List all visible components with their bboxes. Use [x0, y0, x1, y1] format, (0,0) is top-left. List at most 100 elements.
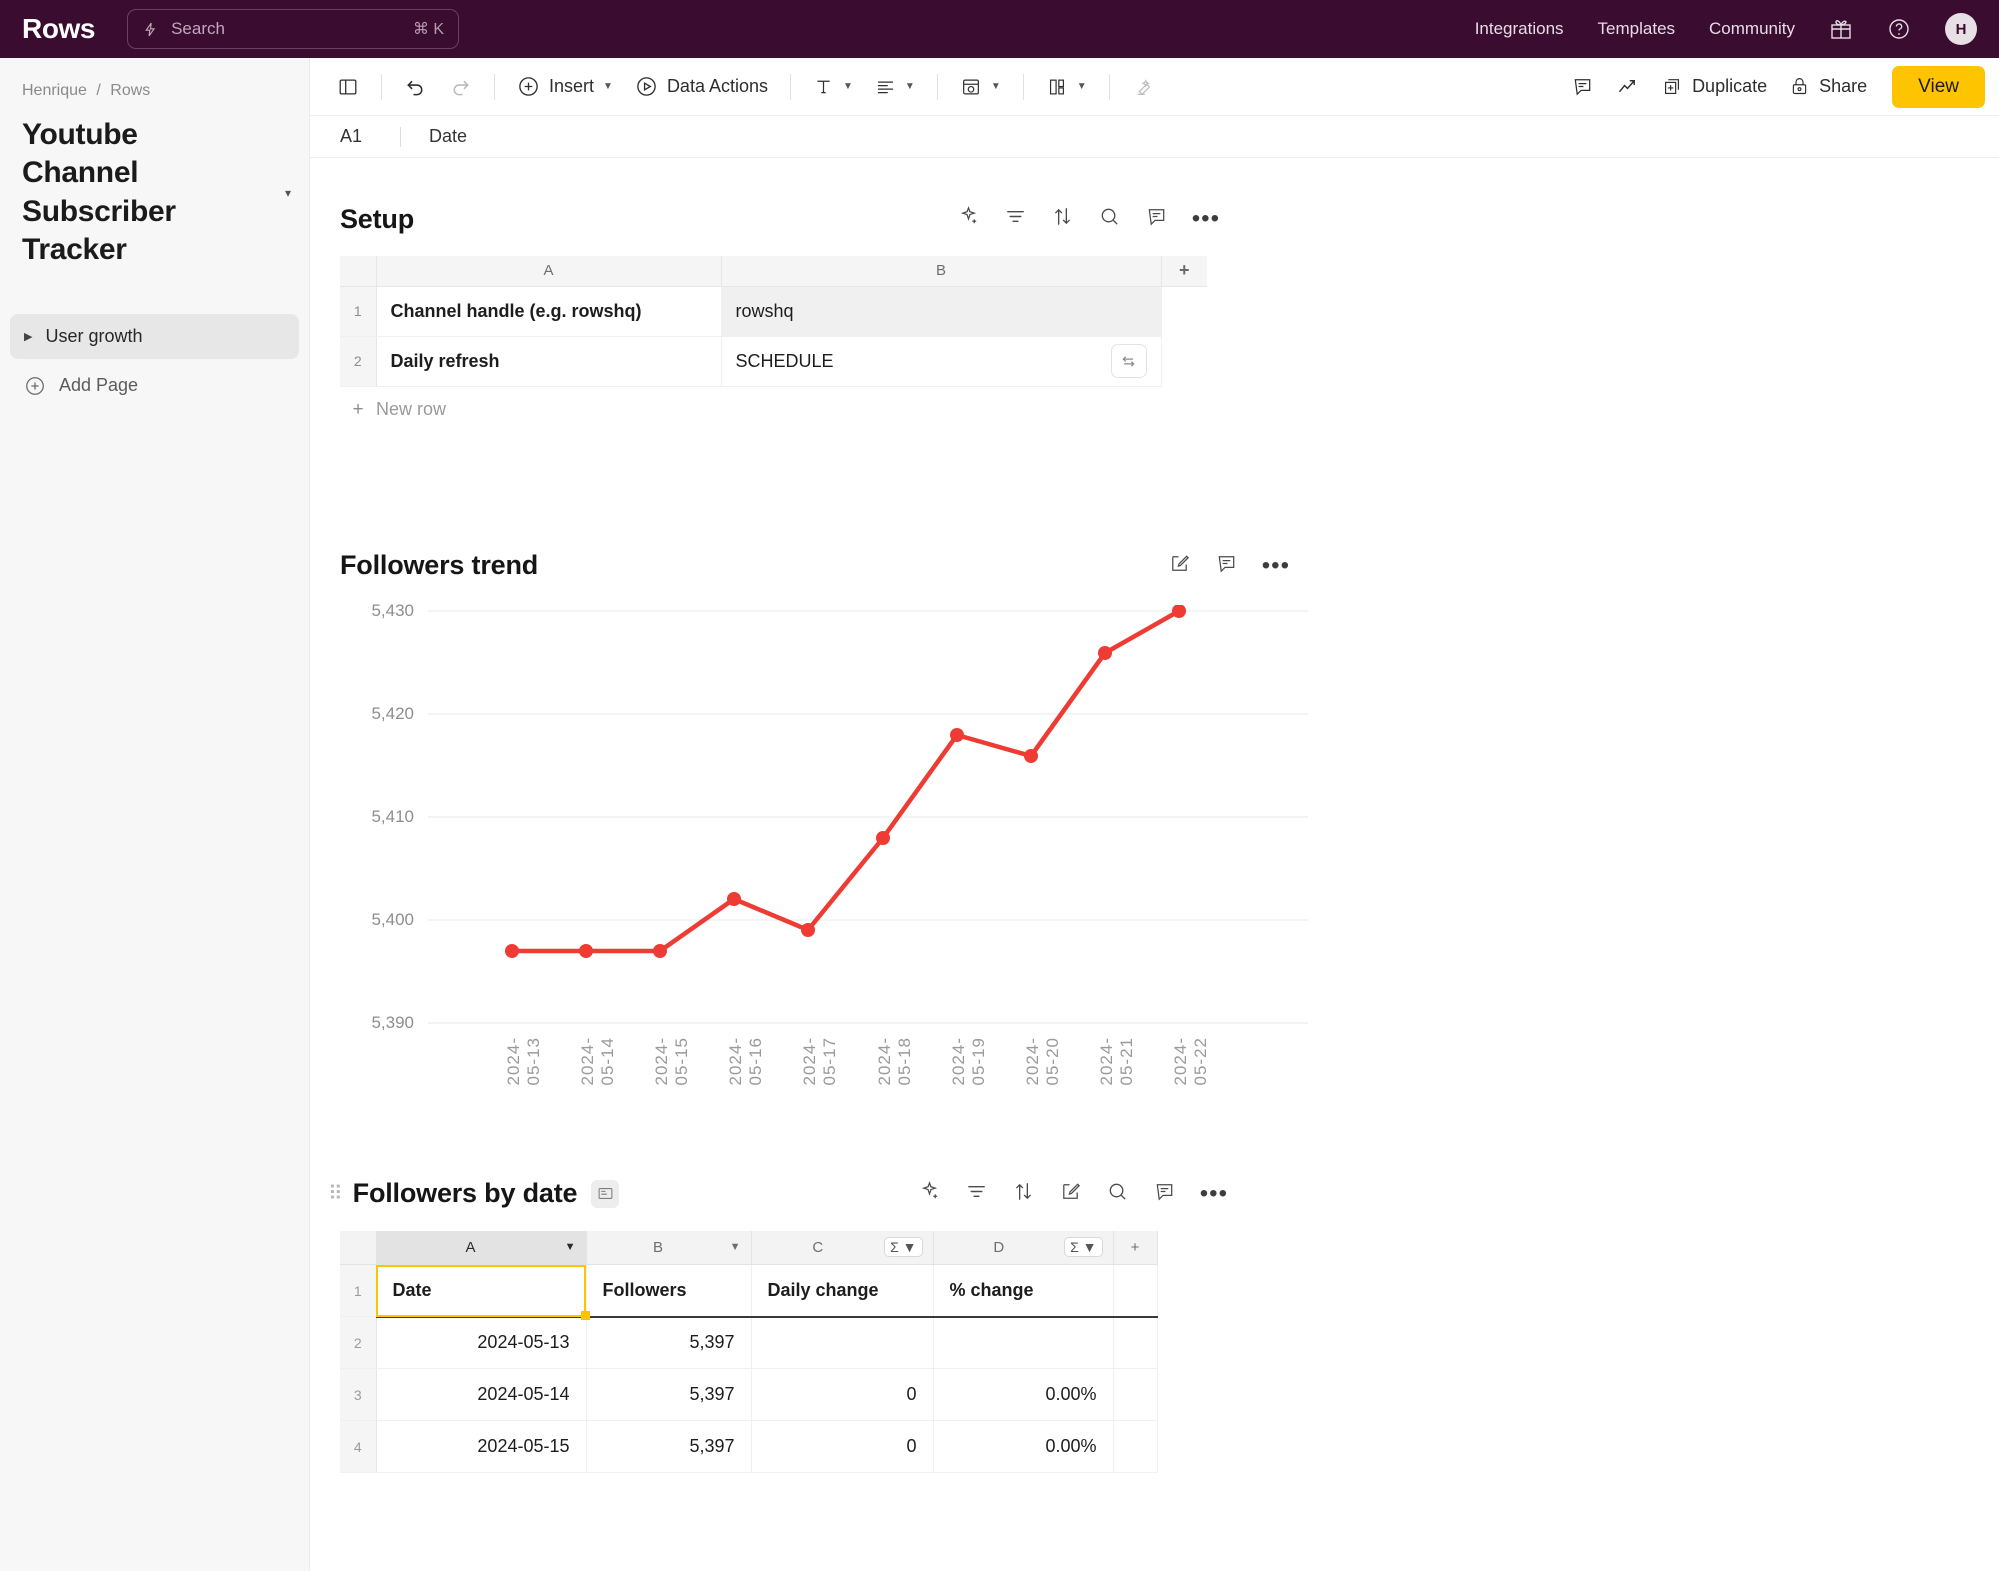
search-icon[interactable] [1098, 205, 1121, 233]
row-number[interactable]: 1 [340, 286, 377, 337]
add-column-button[interactable]: + [1113, 1230, 1158, 1265]
edit-icon[interactable] [1168, 552, 1191, 580]
comment-icon[interactable] [1215, 552, 1238, 580]
cell-date[interactable]: 2024-05-14 [376, 1368, 587, 1421]
chart-title[interactable]: Followers trend [340, 550, 538, 581]
sort-icon[interactable] [1051, 205, 1074, 233]
cell-b1[interactable]: rowshq [721, 286, 1162, 337]
filter-icon[interactable] [965, 1180, 988, 1208]
cell-a2[interactable]: Daily refresh [376, 336, 722, 387]
chevron-down-icon[interactable]: ▼ [1077, 81, 1087, 92]
column-header-c[interactable]: C Σ ▼ [751, 1230, 934, 1265]
comment-icon[interactable] [1562, 68, 1603, 106]
cell-followers[interactable]: 5,397 [586, 1316, 752, 1369]
cell-daily-change[interactable] [751, 1316, 934, 1369]
table-tag-icon[interactable] [591, 1179, 620, 1208]
align-icon[interactable]: ▼ [866, 68, 924, 106]
sigma-icon[interactable]: Σ ▼ [1064, 1237, 1103, 1258]
more-icon[interactable]: ••• [1262, 554, 1290, 577]
cell-reference[interactable]: A1 [340, 126, 400, 147]
setup-title[interactable]: Setup [340, 204, 414, 235]
nav-community[interactable]: Community [1709, 19, 1795, 39]
insert-button[interactable]: Insert ▼ [508, 68, 622, 106]
refresh-icon[interactable] [1110, 344, 1147, 378]
cell-pct-change[interactable]: 0.00% [933, 1368, 1114, 1421]
filter-icon[interactable] [1004, 205, 1027, 233]
add-column-button[interactable]: + [1161, 256, 1207, 287]
x-axis-tick: 2024-05-19 [949, 1036, 988, 1085]
chevron-down-icon[interactable]: ▼ [603, 81, 613, 92]
cell-date[interactable]: 2024-05-13 [376, 1316, 587, 1369]
chevron-down-icon[interactable]: ▼ [991, 81, 1001, 92]
cell-followers[interactable]: 5,397 [586, 1368, 752, 1421]
search-input[interactable]: Search ⌘ K [127, 9, 460, 49]
magic-icon[interactable] [957, 205, 980, 233]
undo-icon[interactable] [395, 68, 436, 106]
search-icon[interactable] [1106, 1180, 1129, 1208]
panel-icon[interactable] [328, 68, 368, 106]
breadcrumb-workspace[interactable]: Rows [110, 82, 150, 99]
help-circle-icon[interactable] [1887, 17, 1911, 41]
column-header-a[interactable]: A [376, 256, 722, 287]
sidebar-item-user-growth[interactable]: ▶ User growth [10, 313, 299, 359]
row-number[interactable]: 1 [340, 1264, 377, 1317]
text-format-icon[interactable]: ▼ [804, 68, 862, 106]
nav-templates[interactable]: Templates [1598, 19, 1675, 39]
redo-icon[interactable] [440, 68, 481, 106]
column-header-d[interactable]: D Σ ▼ [933, 1230, 1114, 1265]
nav-integrations[interactable]: Integrations [1475, 19, 1564, 39]
more-icon[interactable]: ••• [1200, 1182, 1228, 1205]
data-actions-button[interactable]: Data Actions [626, 68, 777, 106]
cell-a1-date[interactable]: Date [376, 1264, 589, 1319]
chevron-down-icon[interactable]: ▾ [285, 186, 291, 200]
drag-handle-icon[interactable]: ⠿ [328, 1184, 343, 1204]
row-number[interactable]: 2 [340, 1316, 377, 1369]
sort-icon[interactable] [1012, 1180, 1035, 1208]
add-page-button[interactable]: Add Page [0, 363, 309, 409]
sigma-icon[interactable]: Σ ▼ [884, 1237, 923, 1258]
cell-daily-change[interactable]: 0 [751, 1420, 934, 1473]
gift-icon[interactable] [1829, 17, 1853, 41]
table-style-icon[interactable]: ▼ [951, 68, 1010, 106]
cell-d1-pct-change[interactable]: % change [933, 1264, 1114, 1318]
column-header-b[interactable]: B ▼ [586, 1230, 752, 1265]
clear-format-icon[interactable] [1123, 68, 1163, 106]
comment-icon[interactable] [1145, 205, 1168, 233]
row-number[interactable]: 2 [340, 336, 377, 387]
cell-pct-change[interactable]: 0.00% [933, 1420, 1114, 1473]
avatar[interactable]: H [1945, 13, 1977, 45]
app-logo[interactable]: Rows [22, 13, 95, 45]
cell-c1-daily-change[interactable]: Daily change [751, 1264, 934, 1318]
comment-icon[interactable] [1153, 1180, 1176, 1208]
magic-icon[interactable] [918, 1180, 941, 1208]
more-icon[interactable]: ••• [1192, 207, 1220, 230]
column-header-a[interactable]: A ▼ [376, 1230, 587, 1265]
breadcrumb-owner[interactable]: Henrique [22, 82, 87, 99]
chevron-down-icon[interactable]: ▼ [730, 1241, 741, 1253]
row-number[interactable]: 3 [340, 1368, 377, 1421]
edit-icon[interactable] [1059, 1180, 1082, 1208]
share-button[interactable]: Share [1780, 68, 1876, 106]
view-button[interactable]: View [1892, 65, 1985, 108]
chevron-down-icon[interactable]: ▼ [905, 81, 915, 92]
cell-date[interactable]: 2024-05-15 [376, 1420, 587, 1473]
page-title[interactable]: Youtube Channel Subscriber Tracker [22, 116, 232, 270]
cell-pct-change[interactable] [933, 1316, 1114, 1369]
followers-trend-chart[interactable]: 5,430 5,420 5,410 5,400 5,390 2024-05-13… [371, 601, 1308, 1085]
layout-icon[interactable]: ▼ [1037, 68, 1096, 106]
new-row-button[interactable]: + New row [340, 387, 1999, 433]
cell-b2[interactable]: SCHEDULE [721, 336, 1162, 387]
cell-a1[interactable]: Channel handle (e.g. rowshq) [376, 286, 722, 337]
duplicate-button[interactable]: Duplicate [1652, 68, 1776, 106]
chevron-down-icon[interactable]: ▼ [565, 1241, 576, 1253]
cell-b1-followers[interactable]: Followers [586, 1264, 752, 1318]
chevron-right-icon[interactable]: ▶ [24, 330, 32, 343]
trend-icon[interactable] [1607, 68, 1648, 106]
column-header-b[interactable]: B [721, 256, 1162, 287]
cell-followers[interactable]: 5,397 [586, 1420, 752, 1473]
cell-daily-change[interactable]: 0 [751, 1368, 934, 1421]
row-number[interactable]: 4 [340, 1420, 377, 1473]
followers-table-title[interactable]: Followers by date [353, 1178, 578, 1209]
formula-bar-value[interactable]: Date [429, 126, 467, 147]
chevron-down-icon[interactable]: ▼ [843, 81, 853, 92]
